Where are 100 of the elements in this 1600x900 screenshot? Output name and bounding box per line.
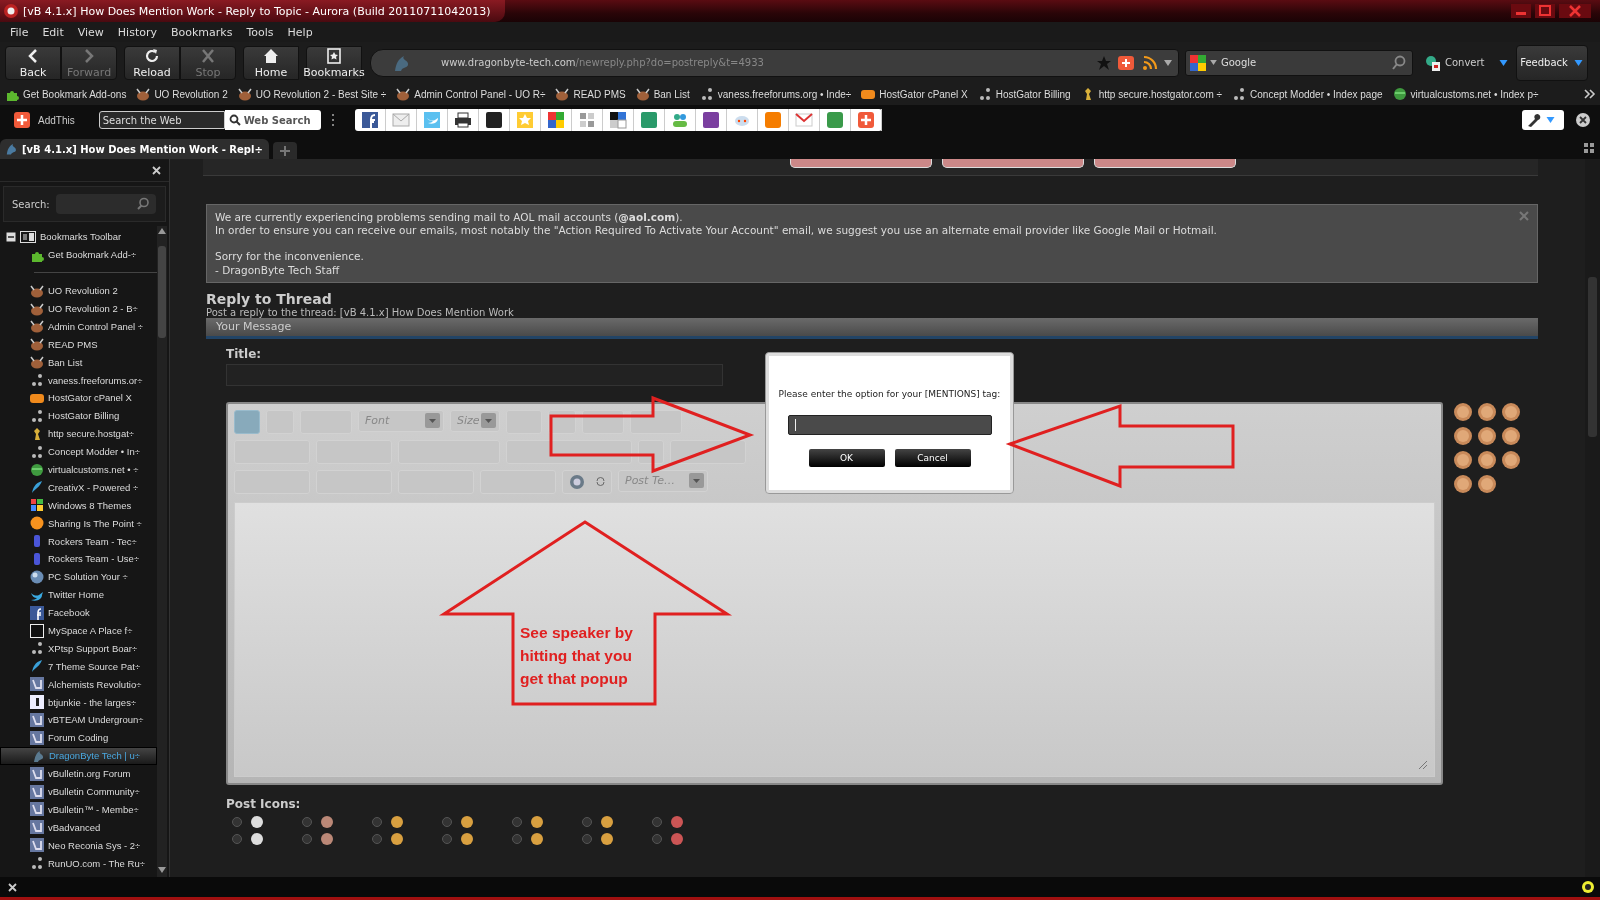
bookmark-item[interactable]: virtualcustoms.net • Index p÷: [1392, 87, 1539, 101]
maximize-icon[interactable]: [1534, 3, 1556, 19]
radio-button[interactable]: [302, 816, 312, 827]
toolbar-button[interactable]: [506, 439, 632, 464]
bookmark-item[interactable]: vBTEAM Undergroun÷: [0, 711, 157, 729]
bookmark-item[interactable]: UO Revolution 2: [0, 281, 157, 300]
bookmark-item[interactable]: Alchemists Revolutio÷: [0, 675, 157, 694]
bookmark-item[interactable]: CreativX - Powered ÷: [0, 478, 157, 497]
smiley-icon[interactable]: [1453, 425, 1473, 446]
bookmark-item[interactable]: HostGator Billing: [0, 406, 157, 425]
smiley-icon[interactable]: [1501, 425, 1521, 446]
toolbar-button[interactable]: [638, 439, 664, 464]
grid-icon[interactable]: [1584, 143, 1594, 153]
option-field[interactable]: [787, 415, 992, 435]
dialog-button[interactable]: OK: [808, 449, 885, 467]
radio-button[interactable]: [232, 833, 242, 844]
bookmark-item[interactable]: XPtsp Support Boar÷: [0, 639, 157, 658]
bookmark-item[interactable]: HostGator Billing: [977, 87, 1071, 101]
bookmark-item[interactable]: Admin Control Panel - UO R÷: [396, 87, 546, 101]
bookmark-item[interactable]: Admin Control Panel ÷: [0, 317, 157, 336]
menu-item[interactable]: Bookmarks: [164, 25, 240, 39]
bookmark-item[interactable]: vBadvanced: [0, 818, 157, 837]
rss-icon[interactable]: [1142, 54, 1158, 71]
smiley-icon[interactable]: [1453, 449, 1473, 470]
bookmark-item[interactable]: http secure.hostgat÷: [0, 424, 157, 443]
bookmark-item[interactable]: DragonByte Tech | u÷: [0, 746, 157, 765]
cut-off-button[interactable]: [790, 159, 932, 168]
bookmark-item[interactable]: MySpace A Place f÷: [0, 621, 157, 640]
folder-label[interactable]: Bookmarks Toolbar: [40, 231, 122, 243]
bookmark-item[interactable]: 7 Theme Source Pat÷: [0, 657, 157, 676]
cut-off-button[interactable]: [942, 159, 1084, 168]
dropdown-arrow-icon[interactable]: [1210, 60, 1217, 65]
bookmark-item[interactable]: UO Revolution 2 - B÷: [0, 299, 157, 318]
close-icon[interactable]: [8, 882, 17, 892]
close-icon[interactable]: [152, 165, 161, 175]
search-field[interactable]: Google: [1185, 49, 1413, 76]
bookmark-item[interactable]: virtualcustoms.net • ÷: [0, 460, 157, 479]
address-bar[interactable]: www.dragonbyte-tech.com/newreply.php?do=postreply&t=4933: [370, 48, 1179, 77]
bookmark-item[interactable]: Ban List: [0, 353, 157, 372]
smiley-icon[interactable]: [1477, 473, 1497, 494]
radio-button[interactable]: [302, 833, 312, 844]
radio-button[interactable]: [512, 833, 522, 844]
bookmark-item[interactable]: Rockers Team - Tec÷: [0, 532, 157, 551]
dropdown-arrow-icon[interactable]: [1164, 59, 1172, 66]
bookmark-item[interactable]: Ban List: [635, 87, 690, 101]
scroll-up-icon[interactable]: [158, 228, 166, 234]
radio-button[interactable]: [512, 816, 522, 827]
radio-button[interactable]: [582, 833, 592, 844]
feedback-button[interactable]: Feedback: [1515, 44, 1588, 81]
star-icon[interactable]: [1096, 54, 1112, 71]
bookmark-item[interactable]: Forum Coding: [0, 728, 157, 747]
bookmark-item[interactable]: HostGator cPanel X: [861, 87, 968, 101]
web-search-button[interactable]: Web Search: [224, 110, 321, 130]
addthis-button[interactable]: AddThis: [14, 112, 75, 128]
radio-button[interactable]: [442, 816, 452, 827]
bookmark-item[interactable]: Facebook: [0, 603, 157, 622]
tools-button[interactable]: [1522, 110, 1564, 130]
reload-button[interactable]: Reload: [124, 45, 180, 80]
new-tab-button[interactable]: [272, 142, 297, 159]
close-icon[interactable]: [1576, 113, 1590, 127]
bookmark-item[interactable]: vBulletin.org Forum: [0, 764, 157, 783]
menu-item[interactable]: Tools: [239, 25, 281, 39]
minimize-icon[interactable]: [1510, 3, 1532, 19]
smiley-icon[interactable]: [1477, 401, 1497, 422]
smiley-icon[interactable]: [1477, 425, 1497, 446]
smiley-icon[interactable]: [1501, 449, 1521, 470]
bookmark-item[interactable]: Rockers Team - Use÷: [0, 550, 157, 568]
scroll-down-icon[interactable]: [158, 867, 166, 873]
scrollbar-thumb[interactable]: [158, 246, 166, 338]
browser-tab[interactable]: [vB 4.1.x] How Does Mention Work - Repl÷: [0, 139, 269, 159]
bookmark-item[interactable]: Get Bookmark Add-÷: [0, 245, 157, 264]
smiley-icon[interactable]: [1453, 473, 1473, 494]
bookmark-item[interactable]: vaness.freeforums.org • Inde÷: [699, 87, 852, 101]
bookmark-item[interactable]: Twitter Home: [0, 585, 157, 604]
menu-item[interactable]: View: [70, 25, 111, 39]
smiley-icon[interactable]: [1477, 449, 1497, 470]
bookmark-item[interactable]: Neo Reconia Sys - 2÷: [0, 836, 157, 855]
status-badge-icon[interactable]: [1582, 881, 1594, 893]
dialog-button[interactable]: Cancel: [894, 449, 971, 467]
back-button[interactable]: Back: [5, 45, 61, 80]
bookmark-item[interactable]: Windows 8 Themes: [0, 496, 157, 515]
menu-item[interactable]: Help: [280, 25, 320, 39]
web-search-field[interactable]: Search the Web: [98, 111, 225, 129]
bookmark-item[interactable]: http secure.hostgator.com ÷: [1080, 87, 1223, 101]
bookmark-item[interactable]: READ PMS: [0, 335, 157, 354]
search-icon[interactable]: [1391, 54, 1407, 71]
bookmark-item[interactable]: Get Bookmark Add-ons: [5, 87, 127, 101]
menu-item[interactable]: History: [110, 25, 164, 39]
scrollbar-thumb[interactable]: [1588, 277, 1597, 437]
radio-button[interactable]: [372, 833, 382, 844]
bookmark-item[interactable]: vaness.freeforums.or÷: [0, 371, 157, 389]
radio-button[interactable]: [232, 816, 242, 827]
bookmark-item[interactable]: Sharing Is The Point ÷: [0, 514, 157, 533]
bookmark-item[interactable]: Concept Modder • Index page: [1232, 87, 1383, 101]
bookmark-item[interactable]: READ PMS: [555, 87, 626, 101]
smiley-icon[interactable]: [1453, 401, 1473, 422]
bookmark-item[interactable]: UO Revolution 2 - Best Site ÷: [237, 87, 387, 101]
chevron-icon[interactable]: [1584, 89, 1596, 99]
convert-button[interactable]: Convert: [1425, 54, 1508, 71]
mentions-button[interactable]: [562, 469, 612, 494]
